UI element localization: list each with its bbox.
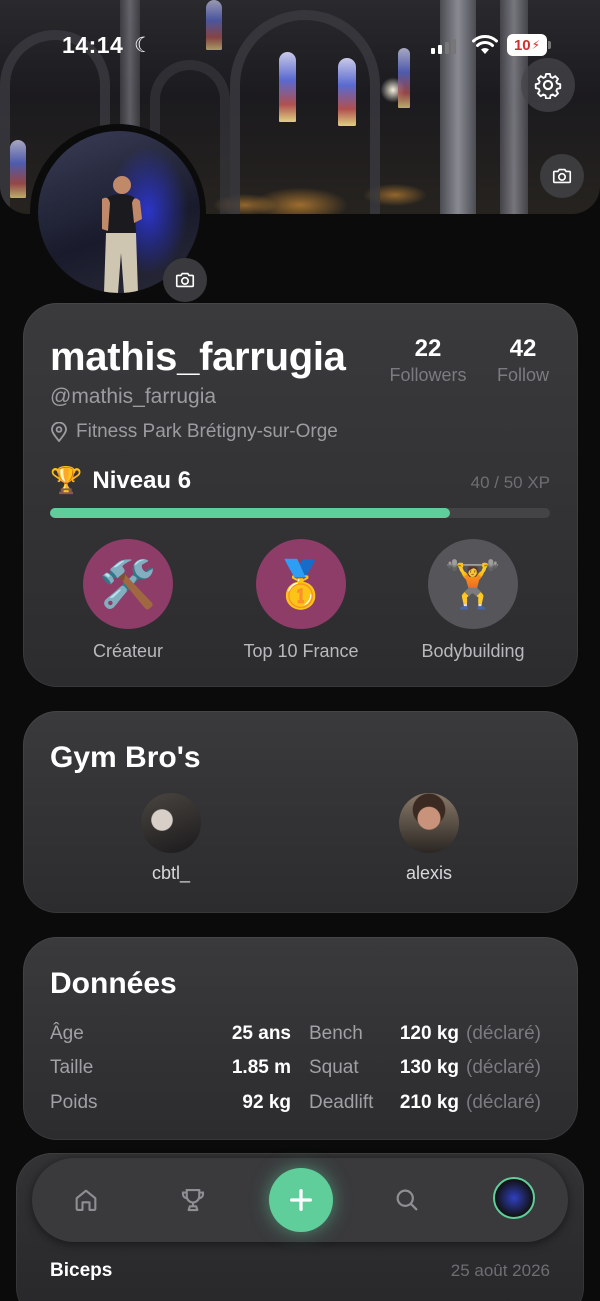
age-label: Âge xyxy=(50,1023,84,1044)
squat-note: (déclaré) xyxy=(466,1057,541,1078)
followers-count: 22 xyxy=(414,335,442,362)
user-handle: @mathis_farrugia xyxy=(50,385,217,408)
donnees-title: Données xyxy=(50,967,177,1000)
add-button[interactable] xyxy=(269,1168,333,1232)
taille-value: 1.85 m xyxy=(231,1057,291,1078)
location-text: Fitness Park Brétigny-sur-Orge xyxy=(76,421,338,442)
battery-nub xyxy=(548,41,551,49)
nav-search[interactable] xyxy=(387,1180,427,1220)
level: 🏆 Niveau 6 xyxy=(50,465,191,496)
plus-icon xyxy=(290,1189,312,1211)
avatar-camera-button[interactable] xyxy=(163,258,207,302)
status-bar: 14:14 ☾ 10 ⚡ xyxy=(0,28,600,64)
badge-label: Top 10 France xyxy=(243,641,359,661)
nav-trophy[interactable] xyxy=(173,1180,213,1220)
xp-progress-fill xyxy=(50,508,450,518)
location-pin-icon xyxy=(51,422,67,442)
gym-bros-title: Gym Bro's xyxy=(50,741,201,774)
clock: 14:14 xyxy=(62,32,124,58)
gym-bro-item[interactable]: alexis xyxy=(369,793,489,884)
wifi-icon xyxy=(472,35,498,54)
weightlifter-icon: 🏋️ xyxy=(428,539,518,629)
camera-icon xyxy=(175,272,195,288)
deadlift-label: Deadlift xyxy=(309,1092,374,1113)
signal-icon xyxy=(431,38,456,54)
deadlift-note: (déclaré) xyxy=(466,1092,541,1113)
bro-name: cbtl_ xyxy=(151,863,191,883)
follow-count: 42 xyxy=(509,335,537,362)
deadlift-value: 210 kg xyxy=(399,1092,459,1113)
battery-icon: 10 ⚡ xyxy=(507,34,547,56)
gym-bros-card: Gym Bro's cbtl_ alexis xyxy=(23,711,578,913)
settings-button[interactable] xyxy=(521,58,575,112)
level-label: Niveau 6 xyxy=(92,466,192,494)
gold-medal-icon: 🥇 xyxy=(256,539,346,629)
badge-label: Créateur xyxy=(92,641,164,661)
follow-label: Follow xyxy=(496,365,549,385)
xp-text: 40 / 50 XP xyxy=(470,473,550,492)
bro-name: alexis xyxy=(405,863,453,883)
profile-card: mathis_farrugia @mathis_farrugia 22 Foll… xyxy=(23,303,578,687)
followers-stat[interactable]: 22 Followers xyxy=(385,335,471,386)
nav-profile-avatar[interactable] xyxy=(493,1177,535,1219)
battery-level: 10 xyxy=(513,36,531,54)
feed-item-date: 25 août 2026 xyxy=(450,1261,550,1280)
tab-bar xyxy=(32,1158,568,1242)
hammer-wrench-icon: 🛠️ xyxy=(83,539,173,629)
badge-createur[interactable]: 🛠️ Créateur xyxy=(38,539,218,662)
camera-icon xyxy=(552,168,572,184)
username: mathis_farrugia xyxy=(50,335,346,379)
gear-icon xyxy=(534,72,562,99)
trophy-emoji-icon: 🏆 xyxy=(50,465,83,495)
bro-avatar xyxy=(399,793,459,853)
bench-note: (déclaré) xyxy=(466,1023,541,1044)
nav-home[interactable] xyxy=(66,1180,106,1220)
feed-item-title[interactable]: Biceps xyxy=(50,1260,112,1282)
followers-label: Followers xyxy=(389,365,467,385)
moon-icon: ☾ xyxy=(134,34,153,57)
location: Fitness Park Brétigny-sur-Orge xyxy=(50,421,338,443)
gym-bro-item[interactable]: cbtl_ xyxy=(111,793,231,884)
badge-top10[interactable]: 🥇 Top 10 France xyxy=(211,539,391,662)
follow-stat[interactable]: 42 Follow xyxy=(489,335,557,386)
donnees-card: Données Âge 25 ans Taille 1.85 m Poids 9… xyxy=(23,937,578,1140)
bench-value: 120 kg xyxy=(399,1023,459,1044)
bench-label: Bench xyxy=(309,1023,363,1044)
badge-bodybuilding[interactable]: 🏋️ Bodybuilding xyxy=(383,539,563,662)
profile-screen: 14:14 ☾ 10 ⚡ mathis_farrugia @mathis_far… xyxy=(0,0,600,1301)
squat-value: 130 kg xyxy=(399,1057,459,1078)
poids-value: 92 kg xyxy=(242,1092,291,1113)
stained-window xyxy=(338,58,356,126)
cover-camera-button[interactable] xyxy=(540,154,584,198)
age-value: 25 ans xyxy=(231,1023,291,1044)
trophy-icon xyxy=(181,1188,205,1212)
taille-label: Taille xyxy=(50,1057,94,1078)
bro-avatar xyxy=(141,793,201,853)
avatar-figure xyxy=(102,176,142,293)
poids-label: Poids xyxy=(50,1092,98,1113)
search-icon xyxy=(396,1189,418,1211)
xp-progress-bar xyxy=(50,508,550,518)
badge-label: Bodybuilding xyxy=(421,641,525,661)
home-icon xyxy=(75,1189,97,1211)
stained-window xyxy=(10,140,26,198)
squat-label: Squat xyxy=(309,1057,359,1078)
